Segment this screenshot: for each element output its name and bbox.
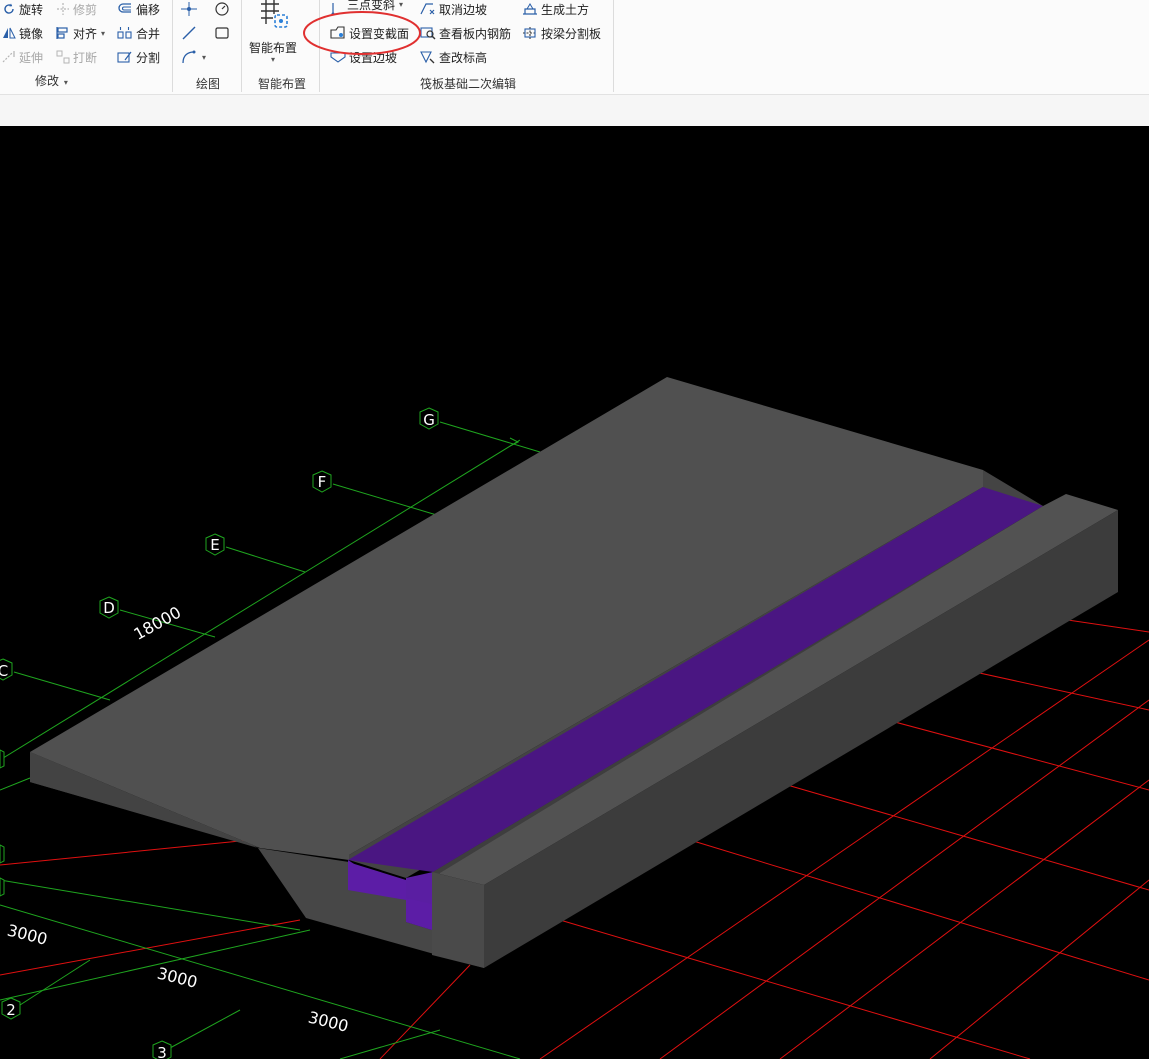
arc-icon — [182, 50, 196, 64]
axis-bubble-3: 3 — [152, 1040, 172, 1059]
group-separator — [172, 0, 173, 92]
trim-icon — [57, 3, 69, 15]
view-rebar-label: 查看板内钢筋 — [439, 26, 512, 41]
offset-icon — [118, 3, 131, 13]
smart-placement-label: 智能布置 — [249, 41, 298, 55]
merge-icon — [117, 27, 132, 39]
cancel-slope-icon — [420, 3, 435, 15]
align-label: 对齐 — [73, 26, 98, 41]
rotate-icon — [4, 3, 14, 14]
cancel-slope-tool[interactable]: 取消边坡 — [420, 0, 487, 18]
group-separator — [241, 0, 242, 92]
smart-placement-icon — [261, 0, 288, 28]
draw-line-tool[interactable] — [180, 24, 198, 42]
right-ledge-front — [432, 872, 484, 968]
split-by-beam-tool[interactable]: 按梁分割板 — [522, 24, 601, 42]
split-tool[interactable]: 分割 — [117, 48, 160, 66]
axis-label-c: C — [0, 662, 8, 680]
axis-label-f: F — [318, 473, 327, 491]
generate-earthwork-label: 生成土方 — [541, 2, 590, 17]
split-icon — [117, 51, 132, 63]
break-label: 打断 — [73, 50, 98, 65]
split-by-beam-label: 按梁分割板 — [541, 26, 602, 41]
split-label: 分割 — [136, 50, 161, 65]
cancel-slope-label: 取消边坡 — [439, 2, 488, 17]
trim-tool[interactable]: 修剪 — [56, 0, 97, 18]
draw-circle-tool[interactable] — [213, 0, 231, 18]
line-icon — [182, 26, 196, 40]
draw-point-tool[interactable] — [180, 0, 198, 18]
merge-tool[interactable]: 合并 — [117, 24, 160, 42]
merge-label: 合并 — [136, 26, 161, 41]
ribbon-toolbar: 旋转 修剪 偏移 镜像 对齐 ▾ 合并 延伸 打断 分割 修改 ▾ ▾ 绘图 智… — [0, 0, 1149, 94]
edit-elevation-icon — [420, 51, 435, 64]
highlight-ellipse — [303, 11, 421, 55]
axis-label-g: G — [423, 411, 435, 429]
smart-placement-dropdown-icon[interactable]: ▾ — [271, 55, 275, 64]
extend-tool[interactable]: 延伸 — [2, 48, 43, 66]
3d-viewport[interactable]: G F E D C 2 3 18000 3000 3000 3000 — [0, 126, 1149, 1059]
align-icon — [56, 27, 68, 39]
view-rebar-tool[interactable]: 查看板内钢筋 — [420, 24, 511, 42]
ribbon-lower-band — [0, 94, 1149, 127]
modify-expand-icon[interactable]: ▾ — [64, 78, 68, 87]
rotate-label: 旋转 — [19, 2, 44, 17]
raft-group-label: 筏板基础二次编辑 — [420, 77, 517, 91]
edit-elevation-tool[interactable]: 查改标高 — [420, 48, 487, 66]
circle-icon — [215, 2, 229, 16]
viewport-canvas[interactable]: G F E D C 2 3 18000 3000 3000 3000 — [0, 126, 1149, 1059]
axis-label-e: E — [210, 536, 219, 554]
draw-arc-tool[interactable]: ▾ — [180, 48, 206, 66]
extend-icon — [2, 51, 15, 63]
dimension-18000: 18000 — [130, 603, 184, 644]
generate-earthwork-icon — [523, 3, 537, 15]
mirror-tool[interactable]: 镜像 — [2, 24, 43, 42]
split-by-beam-icon — [523, 27, 537, 39]
break-tool[interactable]: 打断 — [56, 48, 97, 66]
dimension-3000-b: 3000 — [155, 964, 199, 992]
axis-label-3: 3 — [157, 1044, 167, 1059]
rectangle-icon — [215, 27, 229, 39]
axis-label-d: D — [103, 599, 115, 617]
mirror-icon — [3, 27, 16, 39]
axis-bubble-partial — [0, 749, 5, 897]
align-dropdown-icon[interactable]: ▾ — [101, 29, 105, 38]
break-icon — [56, 50, 70, 64]
align-tool[interactable]: 对齐 ▾ — [56, 24, 105, 42]
dimension-3000-c: 3000 — [306, 1008, 350, 1036]
dimension-3000-a: 3000 — [5, 921, 49, 949]
point-icon — [181, 2, 197, 16]
generate-earthwork-tool[interactable]: 生成土方 — [522, 0, 589, 18]
extend-label: 延伸 — [19, 50, 44, 65]
arc-dropdown-icon[interactable]: ▾ — [202, 53, 206, 62]
draw-group-label: 绘图 — [196, 77, 221, 91]
mirror-label: 镜像 — [19, 26, 44, 41]
offset-label: 偏移 — [136, 2, 161, 17]
view-rebar-icon — [420, 27, 436, 40]
axis-bubble-g: G — [419, 407, 439, 430]
modify-group-label[interactable]: 修改 ▾ — [35, 72, 68, 89]
draw-rectangle-tool[interactable] — [213, 24, 231, 42]
axis-label-2: 2 — [6, 1001, 16, 1019]
axis-bubble-c: C — [0, 658, 13, 681]
offset-tool[interactable]: 偏移 — [117, 0, 160, 18]
axis-bubble-d: D — [99, 596, 119, 619]
axis-bubble-2: 2 — [1, 997, 21, 1020]
edit-elevation-label: 查改标高 — [439, 50, 488, 65]
three-point-slope-dropdown-icon[interactable]: ▾ — [399, 0, 403, 9]
smart-group-label: 智能布置 — [258, 77, 307, 91]
group-separator — [613, 0, 614, 92]
trim-label: 修剪 — [73, 2, 98, 17]
rotate-tool[interactable]: 旋转 — [2, 0, 43, 18]
axis-bubble-e: E — [205, 533, 225, 556]
smart-placement-button[interactable]: 智能布置 ▾ — [247, 0, 301, 70]
axis-bubble-f: F — [312, 470, 332, 493]
